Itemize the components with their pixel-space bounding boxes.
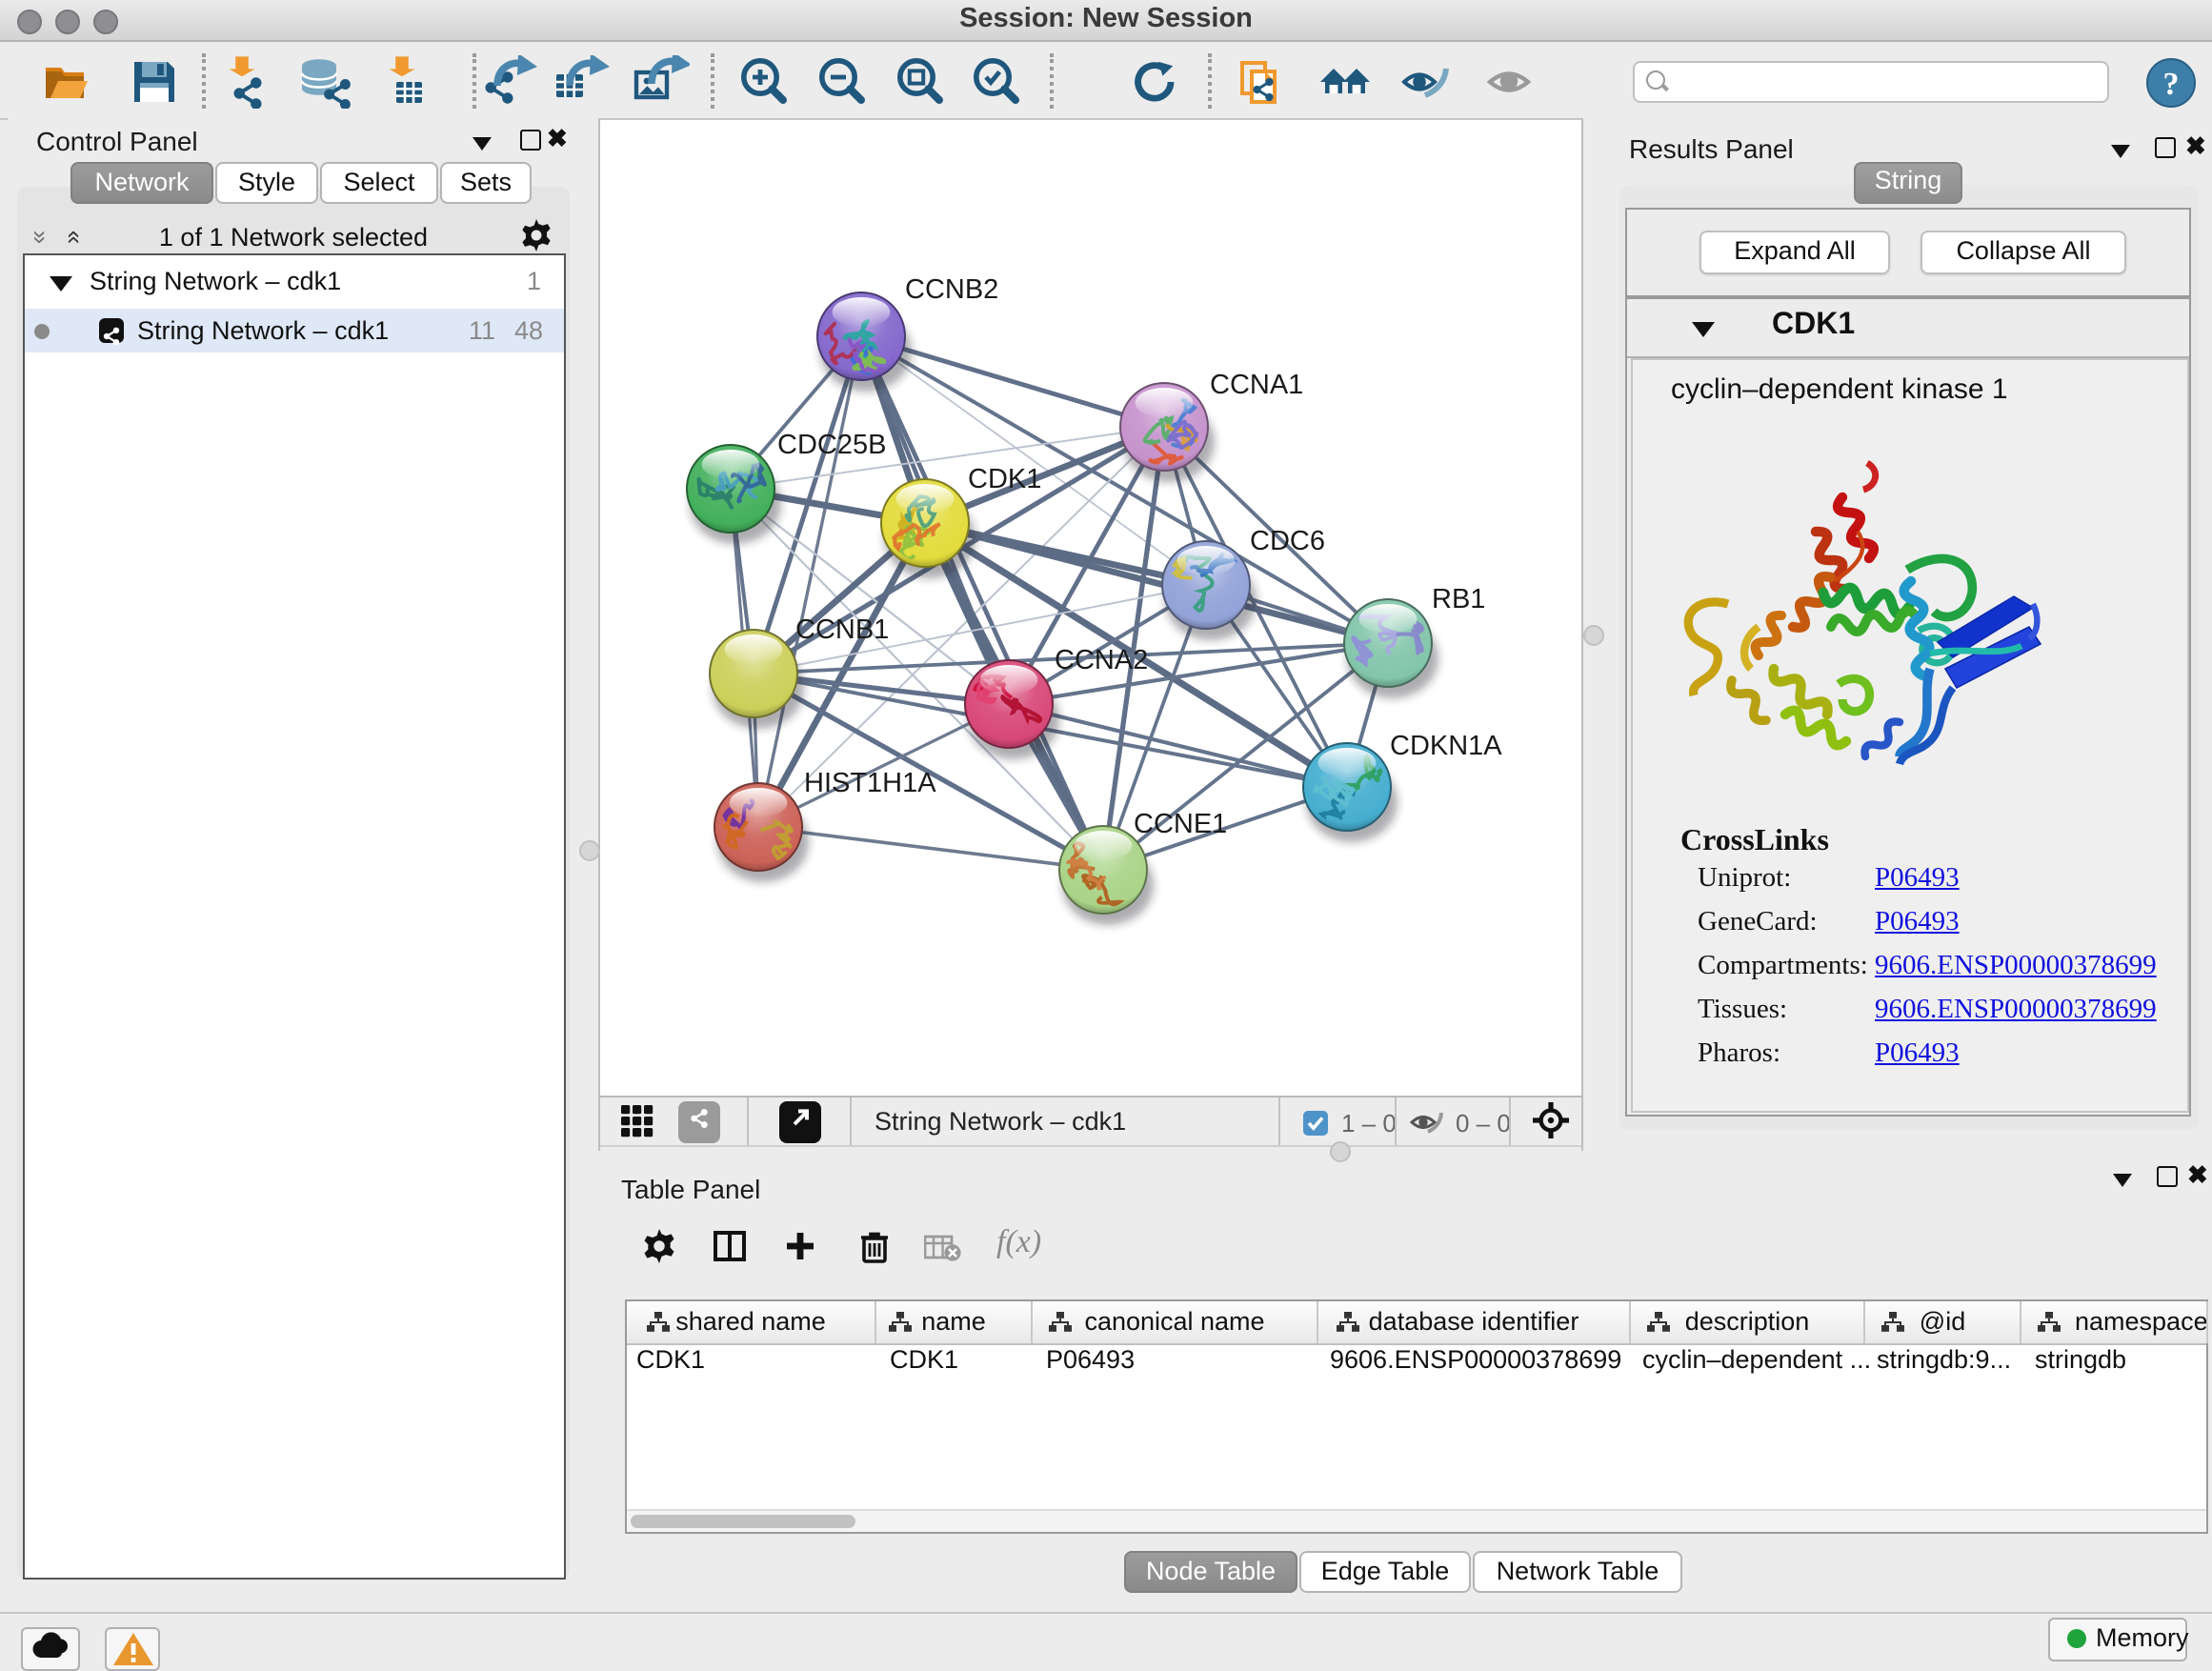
svg-text:CDC25B: CDC25B — [777, 430, 886, 460]
svg-text:CCNA2: CCNA2 — [1055, 645, 1148, 675]
svg-text:CDK1: CDK1 — [968, 464, 1041, 494]
svg-text:CDC6: CDC6 — [1250, 526, 1325, 556]
svg-text:CCNB1: CCNB1 — [795, 614, 889, 645]
svg-text:RB1: RB1 — [1432, 584, 1485, 614]
svg-text:CCNB2: CCNB2 — [905, 274, 998, 305]
svg-text:CCNA1: CCNA1 — [1210, 370, 1303, 400]
svg-text:CDKN1A: CDKN1A — [1390, 731, 1502, 761]
svg-text:HIST1H1A: HIST1H1A — [804, 768, 936, 798]
svg-text:?: ? — [2163, 66, 2180, 101]
svg-text:CCNE1: CCNE1 — [1134, 809, 1227, 839]
